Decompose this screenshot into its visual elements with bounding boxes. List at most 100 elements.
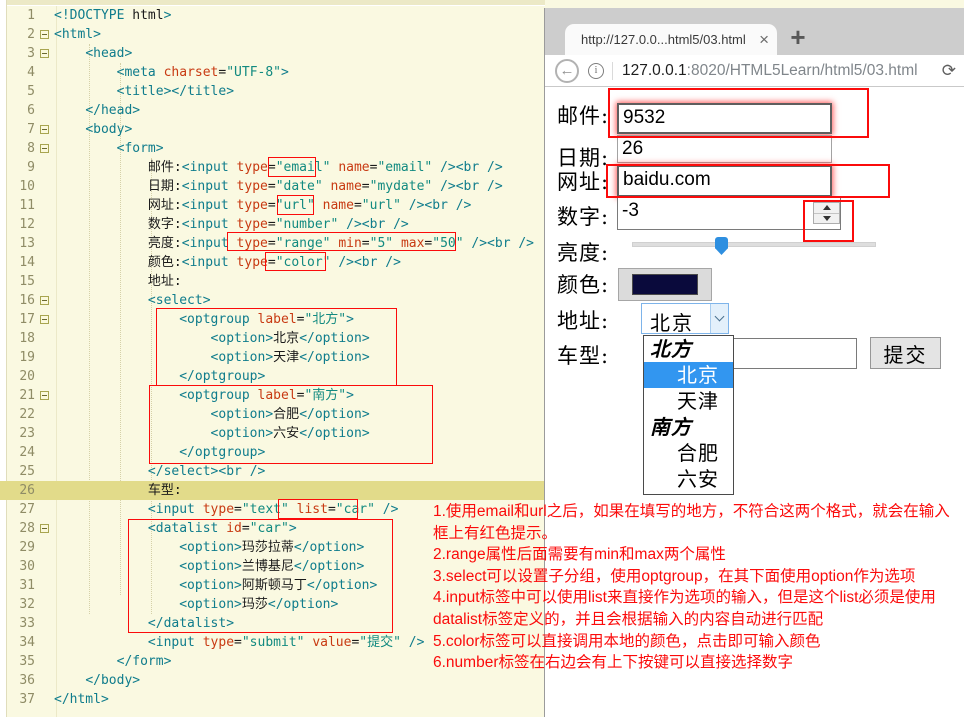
line-number: 6	[27, 103, 35, 118]
fold-column	[40, 234, 54, 253]
code-line[interactable]: 1 <!DOCTYPE html>	[0, 6, 545, 25]
fold-column	[40, 120, 54, 139]
dropdown-option[interactable]: 合肥	[644, 440, 733, 466]
code-line[interactable]: 16 <select>	[0, 291, 545, 310]
url-field[interactable]: 127.0.0.1:8020/HTML5Learn/html5/03.html	[622, 62, 936, 80]
fold-column	[40, 595, 54, 614]
address-bar: ← i 127.0.0.1:8020/HTML5Learn/html5/03.h…	[545, 55, 964, 87]
back-icon[interactable]: ←	[555, 58, 579, 83]
fold-column	[40, 386, 54, 405]
address-select[interactable]: 北京	[641, 303, 729, 335]
code-line[interactable]: 17 <optgroup label="北方">	[0, 310, 545, 329]
code-line[interactable]: 7 <body>	[0, 120, 545, 139]
address-label: 地址:	[557, 309, 610, 333]
code-text: 邮件:<input type="email" name="email" /><b…	[54, 160, 503, 175]
code-line[interactable]: 26 车型:	[0, 481, 545, 500]
url-label: 网址:	[557, 170, 610, 194]
range-slider-track[interactable]	[632, 242, 876, 247]
number-spinner[interactable]	[813, 202, 840, 224]
dropdown-option[interactable]: 六安	[644, 466, 733, 492]
browser-tab[interactable]: http://127.0.0...html5/03.html ×	[565, 24, 777, 55]
code-line[interactable]: 9 邮件:<input type="email" name="email" />…	[0, 158, 545, 177]
code-line[interactable]: 12 数字:<input type="number" /><br />	[0, 215, 545, 234]
car-input[interactable]	[733, 338, 857, 369]
line-number: 19	[19, 350, 35, 365]
code-line[interactable]: 23 <option>六安</option>	[0, 424, 545, 443]
line-number: 9	[27, 160, 35, 175]
annotation-notes: 1.使用email和url之后，如果在填写的地方，不符合这两个格式，就会在输入框…	[433, 501, 961, 674]
fold-collapse-icon[interactable]	[40, 144, 49, 153]
code-line[interactable]: 18 <option>北京</option>	[0, 329, 545, 348]
code-text: 数字:<input type="number" /><br />	[54, 217, 409, 232]
submit-button[interactable]: 提交	[870, 337, 941, 369]
fold-collapse-icon[interactable]	[40, 315, 49, 324]
fold-collapse-icon[interactable]	[40, 524, 49, 533]
code-text: <form>	[116, 141, 164, 156]
code-line[interactable]: 15 地址:	[0, 272, 545, 291]
fold-collapse-icon[interactable]	[40, 30, 49, 39]
code-line[interactable]: 14 颜色:<input type="color" /><br />	[0, 253, 545, 272]
fold-collapse-icon[interactable]	[40, 125, 49, 134]
select-dropdown-button[interactable]	[710, 304, 728, 333]
code-line[interactable]: 13 亮度:<input type="range" min="5" max="5…	[0, 234, 545, 253]
line-number: 34	[19, 635, 35, 650]
url-separator	[612, 61, 613, 80]
code-line[interactable]: 2 <html>	[0, 25, 545, 44]
line-number: 36	[19, 673, 35, 688]
info-icon[interactable]: i	[588, 62, 604, 79]
fold-collapse-icon[interactable]	[40, 49, 49, 58]
code-line[interactable]: 37 </html>	[0, 690, 545, 709]
line-number: 32	[19, 597, 35, 612]
code-line[interactable]: 36 </body>	[0, 671, 545, 690]
code-text: </select><br />	[147, 464, 266, 479]
range-slider-thumb[interactable]	[715, 237, 728, 255]
color-swatch	[632, 274, 698, 295]
fold-column	[40, 158, 54, 177]
code-text: 地址:	[54, 274, 182, 289]
code-line[interactable]: 22 <option>合肥</option>	[0, 405, 545, 424]
line-number: 21	[19, 388, 35, 403]
url-input[interactable]: baidu.com	[617, 165, 832, 197]
fold-collapse-icon[interactable]	[40, 391, 49, 400]
fold-column	[40, 25, 54, 44]
code-text: <optgroup label="南方">	[179, 388, 354, 403]
fold-collapse-icon[interactable]	[40, 296, 49, 305]
email-input[interactable]: 9532	[617, 103, 832, 134]
dropdown-option[interactable]: 天津	[644, 388, 733, 414]
code-line[interactable]: 8 <form>	[0, 139, 545, 158]
line-number: 29	[19, 540, 35, 555]
code-text: <body>	[85, 122, 133, 137]
code-text: 网址:<input type="url" name="url" /><br />	[54, 198, 472, 213]
line-number: 17	[19, 312, 35, 327]
fold-column	[40, 6, 54, 25]
new-tab-button[interactable]: +	[785, 22, 811, 52]
code-line[interactable]: 10 日期:<input type="date" name="mydate" /…	[0, 177, 545, 196]
code-line[interactable]: 21 <optgroup label="南方">	[0, 386, 545, 405]
browser-tab-strip: http://127.0.0...html5/03.html × +	[545, 8, 964, 55]
code-text: <html>	[54, 27, 101, 42]
code-line[interactable]: 20 </optgroup>	[0, 367, 545, 386]
color-input[interactable]	[618, 268, 712, 301]
code-line[interactable]: 3 <head>	[0, 44, 545, 63]
fold-column	[40, 272, 54, 291]
code-line[interactable]: 24 </optgroup>	[0, 443, 545, 462]
line-number: 23	[19, 426, 35, 441]
number-input[interactable]: -3	[617, 197, 841, 230]
line-number: 37	[19, 692, 35, 707]
code-line[interactable]: 19 <option>天津</option>	[0, 348, 545, 367]
fold-column	[40, 367, 54, 386]
dropdown-option[interactable]: 北京	[644, 362, 733, 388]
date-input[interactable]: 26	[617, 135, 832, 163]
code-line[interactable]: 5 <title></title>	[0, 82, 545, 101]
reload-icon[interactable]: ⟳	[942, 61, 956, 81]
code-line[interactable]: 6 </head>	[0, 101, 545, 120]
code-line[interactable]: 11 网址:<input type="url" name="url" /><br…	[0, 196, 545, 215]
tab-close-icon[interactable]: ×	[759, 31, 769, 48]
spin-up-icon[interactable]	[814, 203, 839, 214]
code-line[interactable]: 25 </select><br />	[0, 462, 545, 481]
code-text: </body>	[85, 673, 141, 688]
spin-down-icon[interactable]	[814, 214, 839, 224]
line-number: 1	[27, 8, 35, 23]
code-text: </optgroup>	[179, 445, 266, 460]
code-line[interactable]: 4 <meta charset="UTF-8">	[0, 63, 545, 82]
